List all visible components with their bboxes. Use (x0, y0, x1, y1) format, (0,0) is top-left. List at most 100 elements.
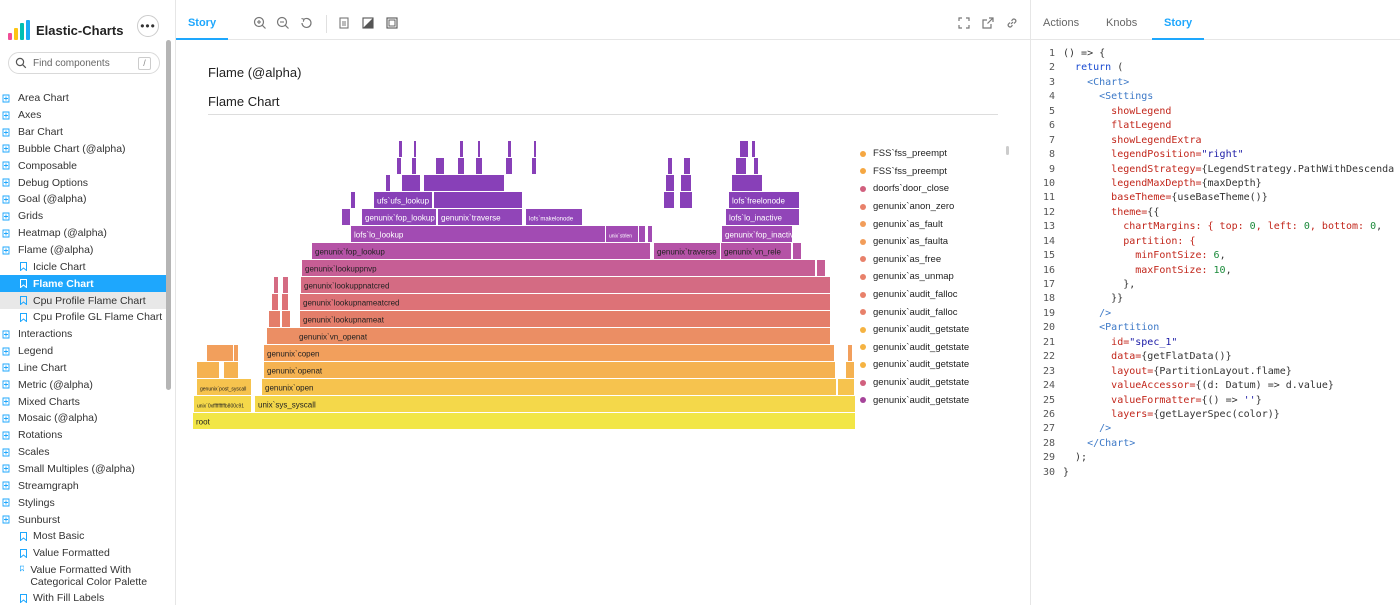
flame-node[interactable] (269, 311, 280, 327)
background-icon[interactable] (337, 16, 351, 30)
flame-node-fop-inactive[interactable]: genunix`fop_inactive (722, 226, 799, 242)
component-group[interactable]: Flame (@alpha) (0, 242, 166, 259)
legend-item[interactable]: doorfs`door_close (860, 180, 1010, 198)
flame-node[interactable] (680, 192, 692, 208)
legend-item[interactable]: genunix`audit_getstate (860, 321, 1010, 339)
flame-node[interactable] (274, 277, 278, 293)
component-group[interactable]: Mosaic (@alpha) (0, 410, 166, 427)
component-group[interactable]: Bar Chart (0, 124, 166, 141)
flame-node[interactable] (272, 294, 278, 310)
flame-node-lookupnameatcred[interactable]: genunix`lookupnameatcred (300, 294, 830, 310)
flame-node-traverse2[interactable]: genunix`traverse (654, 243, 720, 259)
story-item[interactable]: Value Formatted With Categorical Color P… (0, 562, 166, 590)
story-item[interactable]: With Fill Labels (0, 590, 166, 605)
flame-node[interactable] (732, 175, 762, 191)
flame-node[interactable] (478, 141, 480, 157)
flame-node[interactable] (424, 175, 504, 191)
zoom-in-icon[interactable] (253, 16, 267, 30)
legend-item[interactable]: FSS`fss_preempt (860, 145, 1010, 163)
flame-node[interactable] (414, 141, 416, 157)
flame-node[interactable] (752, 141, 755, 157)
flame-node[interactable] (458, 158, 464, 174)
component-group[interactable]: Goal (@alpha) (0, 191, 166, 208)
tab-actions[interactable]: Actions (1043, 8, 1079, 40)
flame-node[interactable] (399, 141, 402, 157)
legend-item[interactable]: genunix`audit_falloc (860, 286, 1010, 304)
flame-node[interactable] (434, 192, 522, 208)
legend-item[interactable]: genunix`audit_getstate (860, 374, 1010, 392)
fullscreen-icon[interactable] (957, 16, 971, 30)
reset-zoom-icon[interactable] (299, 16, 313, 30)
grid-icon[interactable] (385, 16, 399, 30)
legend-item[interactable]: genunix`audit_getstate (860, 339, 1010, 357)
contrast-icon[interactable] (361, 16, 375, 30)
flame-node[interactable] (838, 379, 854, 395)
flame-node[interactable] (402, 175, 420, 191)
story-item[interactable]: Icicle Chart (0, 258, 166, 275)
component-group[interactable]: Bubble Chart (@alpha) (0, 141, 166, 158)
flame-node-lo-lookup[interactable]: lofs`lo_lookup (351, 226, 605, 242)
flame-node[interactable] (740, 141, 748, 157)
flame-node-makelonode[interactable]: lofs`makelonode (526, 209, 582, 225)
flame-node[interactable] (534, 141, 536, 157)
sidebar-scrollbar[interactable] (166, 40, 171, 390)
flame-node-vn-openat[interactable]: genunix`vn_openat (296, 328, 830, 344)
flame-node[interactable] (848, 345, 852, 361)
sidebar-menu-button[interactable]: ••• (137, 15, 159, 37)
flame-node-copen[interactable]: genunix`copen (264, 345, 834, 361)
flame-node-open[interactable]: genunix`open (262, 379, 836, 395)
flame-node[interactable] (664, 192, 674, 208)
component-group[interactable]: Sunburst (0, 511, 166, 528)
component-group[interactable]: Streamgraph (0, 477, 166, 494)
flame-node-ufs-lookup[interactable]: ufs`ufs_lookup (374, 192, 432, 208)
flame-node[interactable] (386, 175, 390, 191)
legend-item[interactable]: genunix`as_faulta (860, 233, 1010, 251)
legend-item[interactable]: genunix`audit_falloc (860, 303, 1010, 321)
flame-node[interactable] (224, 362, 238, 378)
legend-item[interactable]: genunix`as_unmap (860, 268, 1010, 286)
open-new-tab-icon[interactable] (981, 16, 995, 30)
flame-node[interactable] (754, 158, 758, 174)
component-group[interactable]: Grids (0, 208, 166, 225)
brand[interactable]: Elastic-Charts (8, 14, 123, 46)
flame-node[interactable] (532, 158, 536, 174)
component-group[interactable]: Axes (0, 107, 166, 124)
flame-node[interactable] (639, 226, 645, 242)
flame-node[interactable] (282, 311, 290, 327)
flame-node-unix-addr[interactable]: unix`0xfffffffffb800c91 (194, 396, 251, 412)
component-group[interactable]: Small Multiples (@alpha) (0, 461, 166, 478)
flame-node-openat[interactable]: genunix`openat (264, 362, 835, 378)
flame-node-lookuppnvp[interactable]: genunix`lookuppnvp (302, 260, 815, 276)
flame-node[interactable] (283, 277, 288, 293)
flame-node[interactable] (793, 243, 801, 259)
story-item[interactable]: Most Basic (0, 528, 166, 545)
story-item[interactable]: Flame Chart (0, 275, 166, 293)
flame-node[interactable] (681, 175, 691, 191)
component-group[interactable]: Line Chart (0, 360, 166, 377)
flame-node[interactable] (351, 192, 355, 208)
flame-node-fop-lookup2[interactable]: genunix`fop_lookup (362, 209, 436, 225)
story-item[interactable]: Cpu Profile Flame Chart (0, 292, 166, 309)
legend-item[interactable]: genunix`audit_getstate (860, 356, 1010, 374)
flame-node[interactable] (436, 158, 444, 174)
legend-item[interactable]: genunix`as_fault (860, 215, 1010, 233)
search-input[interactable] (33, 57, 133, 69)
copy-link-icon[interactable] (1005, 16, 1019, 30)
flame-node[interactable] (460, 141, 463, 157)
tab-story-source[interactable]: Story (1152, 8, 1205, 40)
component-group[interactable]: Metric (@alpha) (0, 376, 166, 393)
flame-node[interactable] (822, 277, 830, 293)
flame-chart[interactable]: root unix`0xfffffffffb800c91 unix`sys_sysc… (176, 41, 876, 461)
flame-node[interactable] (397, 158, 401, 174)
flame-node[interactable] (736, 158, 746, 174)
flame-node-freelonode[interactable]: lofs`freelonode (729, 192, 799, 208)
flame-node-post-syscall[interactable]: genunix`post_syscall (197, 379, 251, 395)
component-group[interactable]: Scales (0, 444, 166, 461)
flame-node[interactable] (412, 158, 416, 174)
flame-node-sys-syscall[interactable]: unix`sys_syscall (255, 396, 855, 412)
component-group[interactable]: Mixed Charts (0, 393, 166, 410)
legend-item[interactable]: FSS`fss_preempt (860, 163, 1010, 181)
legend-item[interactable]: genunix`anon_zero (860, 198, 1010, 216)
legend-item[interactable]: genunix`audit_getstate (860, 391, 1010, 409)
flame-node[interactable] (648, 226, 652, 242)
